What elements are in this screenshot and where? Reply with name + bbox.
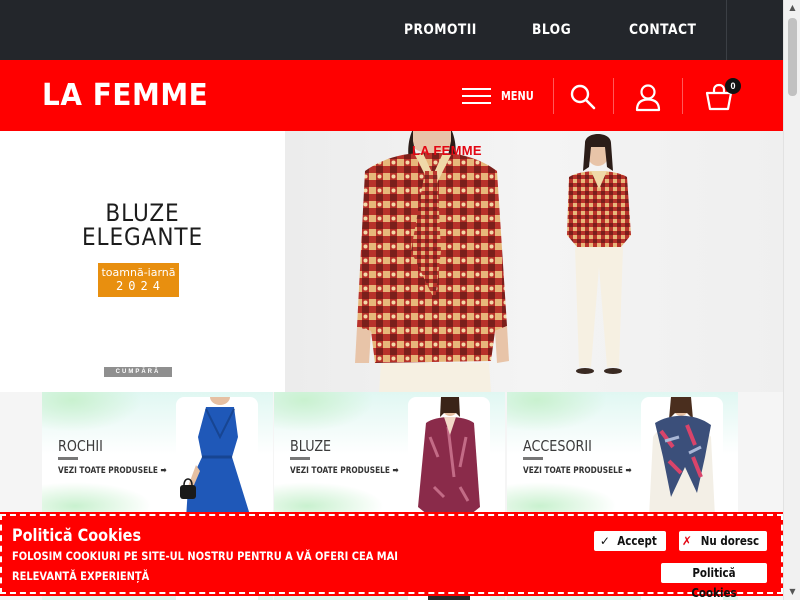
category-underline [290, 457, 310, 460]
user-icon [635, 84, 661, 112]
scroll-up-icon[interactable]: ▲ [784, 0, 800, 16]
menu-label: MENU [501, 89, 534, 103]
hamburger-icon [462, 88, 491, 104]
cookie-policy-label: Politică Cookies [691, 566, 737, 600]
page-scrollbar[interactable]: ▲ ▼ [783, 0, 800, 600]
nav-link-blog-label[interactable]: BLOG [532, 22, 571, 38]
header-divider [553, 78, 554, 114]
scrollbar-thumb[interactable] [788, 18, 797, 96]
category-title: ROCHII [58, 437, 103, 455]
leaf-decoration [507, 392, 607, 432]
hero-text-panel: BLUZE ELEGANTE toamnă-iarnă 2024 CUMPĂRĂ [0, 131, 285, 392]
page: PROMOTII BLOG CONTACT LA FEMME MENU 0 BL… [0, 0, 783, 600]
check-icon: ✓ [599, 534, 610, 548]
leaf-decoration [274, 392, 374, 432]
hero-title-line2: ELEGANTE [81, 223, 204, 251]
buy-button[interactable]: CUMPĂRĂ [104, 367, 172, 377]
menu-button[interactable]: MENU [462, 82, 541, 110]
cookie-decline-label: Nu doresc [700, 534, 760, 548]
cookie-accept-button[interactable]: ✓ Accept [594, 531, 666, 551]
category-underline [58, 457, 78, 460]
hero-brand-tag: LA FEMME [412, 143, 482, 158]
header-divider [613, 78, 614, 114]
nav-link-promotii-label[interactable]: PROMOTII [404, 22, 477, 38]
scroll-down-icon[interactable]: ▼ [784, 584, 800, 600]
search-icon [570, 84, 596, 110]
view-all-link[interactable]: VEZI TOATE PRODUSELE ➡ [58, 466, 167, 476]
nav-link-blog[interactable]: BLOG [532, 0, 577, 60]
cookie-text: FOLOSIM COOKIURI PE SITE-UL NOSTRU PENTR… [12, 549, 398, 583]
leaf-decoration [42, 392, 142, 432]
hero-model-illustration [355, 131, 631, 392]
cookie-consent-bar: Politică Cookies FOLOSIM COOKIURI PE SIT… [0, 512, 783, 600]
hero-model-photo [285, 131, 783, 392]
hero-banner[interactable]: BLUZE ELEGANTE toamnă-iarnă 2024 CUMPĂRĂ [0, 131, 783, 392]
nav-link-contact-label[interactable]: CONTACT [629, 22, 696, 38]
topbar-divider [726, 0, 727, 60]
top-bar: PROMOTII BLOG CONTACT [0, 0, 783, 60]
site-logo[interactable]: LA FEMME [42, 78, 208, 113]
season-badge: toamnă-iarnă 2024 [98, 263, 179, 297]
cookie-title: Politică Cookies [12, 526, 142, 546]
nav-link-contact[interactable]: CONTACT [629, 0, 706, 60]
header-divider [682, 78, 683, 114]
category-underline [523, 457, 543, 460]
category-title: ACCESORII [523, 437, 592, 455]
main-header: LA FEMME MENU [0, 60, 783, 131]
close-icon: ✗ [681, 534, 692, 548]
season-year: 2024 [116, 279, 165, 293]
cookie-decline-button[interactable]: ✗ Nu doresc [679, 531, 767, 551]
nav-link-promotii[interactable]: PROMOTII [404, 0, 487, 60]
search-button[interactable] [568, 82, 598, 112]
season-label: toamnă-iarnă [101, 266, 176, 279]
cookie-policy-button[interactable]: Politică Cookies [661, 563, 767, 600]
cookie-accept-label: Accept [617, 534, 657, 548]
view-all-link[interactable]: VEZI TOATE PRODUSELE ➡ [523, 466, 632, 476]
view-all-link[interactable]: VEZI TOATE PRODUSELE ➡ [290, 466, 399, 476]
account-button[interactable] [633, 82, 663, 112]
cart-count-badge: 0 [725, 78, 741, 94]
category-title: BLUZE [290, 437, 332, 455]
